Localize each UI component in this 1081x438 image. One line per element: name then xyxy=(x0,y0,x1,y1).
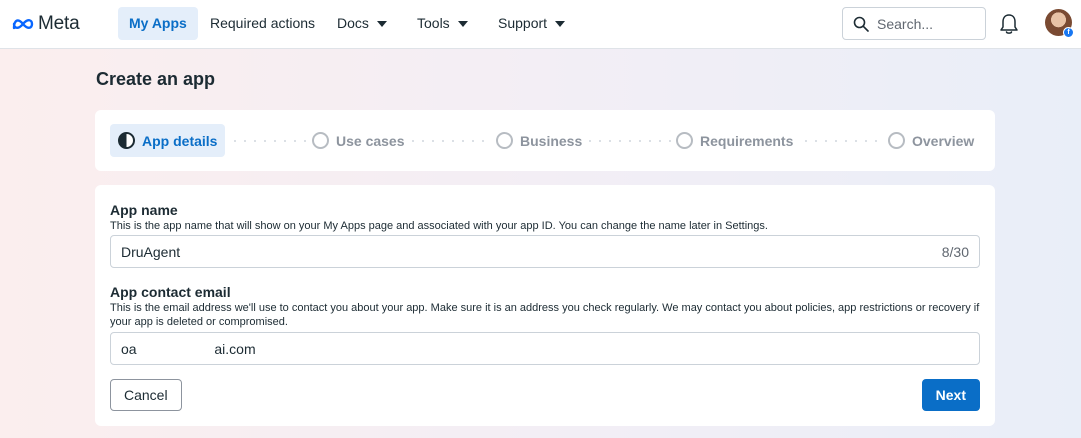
step-app-details-label: App details xyxy=(142,132,218,149)
nav-tools-label: Tools xyxy=(417,15,450,31)
contact-email-help: This is the email address we'll use to c… xyxy=(110,302,980,328)
step-requirements-label: Requirements xyxy=(700,132,794,149)
chevron-down-icon xyxy=(457,20,468,27)
step-use-cases-label: Use cases xyxy=(336,132,405,149)
brand-name: Meta xyxy=(38,13,80,34)
step-business[interactable]: Business xyxy=(496,124,582,157)
search-input[interactable] xyxy=(877,15,977,32)
page-title: Create an app xyxy=(96,69,216,89)
circle-icon xyxy=(496,132,513,149)
chevron-down-icon xyxy=(555,20,566,27)
nav-required-actions[interactable]: Required actions xyxy=(199,7,326,40)
nav-required-actions-label: Required actions xyxy=(210,15,316,31)
nav-docs[interactable]: Docs xyxy=(326,7,398,40)
app-name-help: This is the app name that will show on y… xyxy=(110,220,768,232)
nav-my-apps[interactable]: My Apps xyxy=(118,7,198,40)
chevron-down-icon xyxy=(376,20,387,27)
contact-email-label: App contact email xyxy=(110,284,231,300)
step-requirements[interactable]: Requirements xyxy=(676,124,793,157)
app-name-input[interactable] xyxy=(121,236,901,267)
half-circle-icon xyxy=(118,132,135,149)
step-connector xyxy=(230,140,310,142)
stepper: App details Use cases Business Requireme… xyxy=(95,110,995,171)
contact-email-input[interactable] xyxy=(121,333,901,364)
char-counter: 8/30 xyxy=(941,244,969,260)
search-icon xyxy=(853,16,869,32)
circle-icon xyxy=(676,132,693,149)
nav-my-apps-label: My Apps xyxy=(129,15,187,31)
cancel-button[interactable]: Cancel xyxy=(110,379,182,411)
search-box[interactable] xyxy=(842,7,986,40)
nav-support-label: Support xyxy=(498,15,548,31)
step-app-details[interactable]: App details xyxy=(110,124,226,157)
nav-support[interactable]: Support xyxy=(487,7,576,40)
step-overview[interactable]: Overview xyxy=(888,124,974,157)
app-name-field[interactable]: 8/30 xyxy=(110,235,980,268)
step-connector xyxy=(408,140,492,142)
nav-tools[interactable]: Tools xyxy=(406,7,479,40)
meta-logo-icon xyxy=(12,19,34,30)
contact-email-field[interactable] xyxy=(110,332,980,365)
meta-logo[interactable]: Meta xyxy=(11,12,80,36)
app-details-form: App name This is the app name that will … xyxy=(95,185,995,426)
facebook-badge-icon: f xyxy=(1063,27,1074,38)
circle-icon xyxy=(888,132,905,149)
app-name-label: App name xyxy=(110,202,178,218)
step-connector xyxy=(801,140,883,142)
step-use-cases[interactable]: Use cases xyxy=(312,124,405,157)
nav-docs-label: Docs xyxy=(337,15,369,31)
step-overview-label: Overview xyxy=(912,132,975,149)
bell-icon[interactable] xyxy=(999,13,1019,35)
next-button[interactable]: Next xyxy=(921,379,980,411)
top-nav: Meta My Apps Required actions Docs Tools… xyxy=(0,0,1081,49)
step-connector xyxy=(585,140,671,142)
step-business-label: Business xyxy=(520,132,583,149)
circle-icon xyxy=(312,132,329,149)
